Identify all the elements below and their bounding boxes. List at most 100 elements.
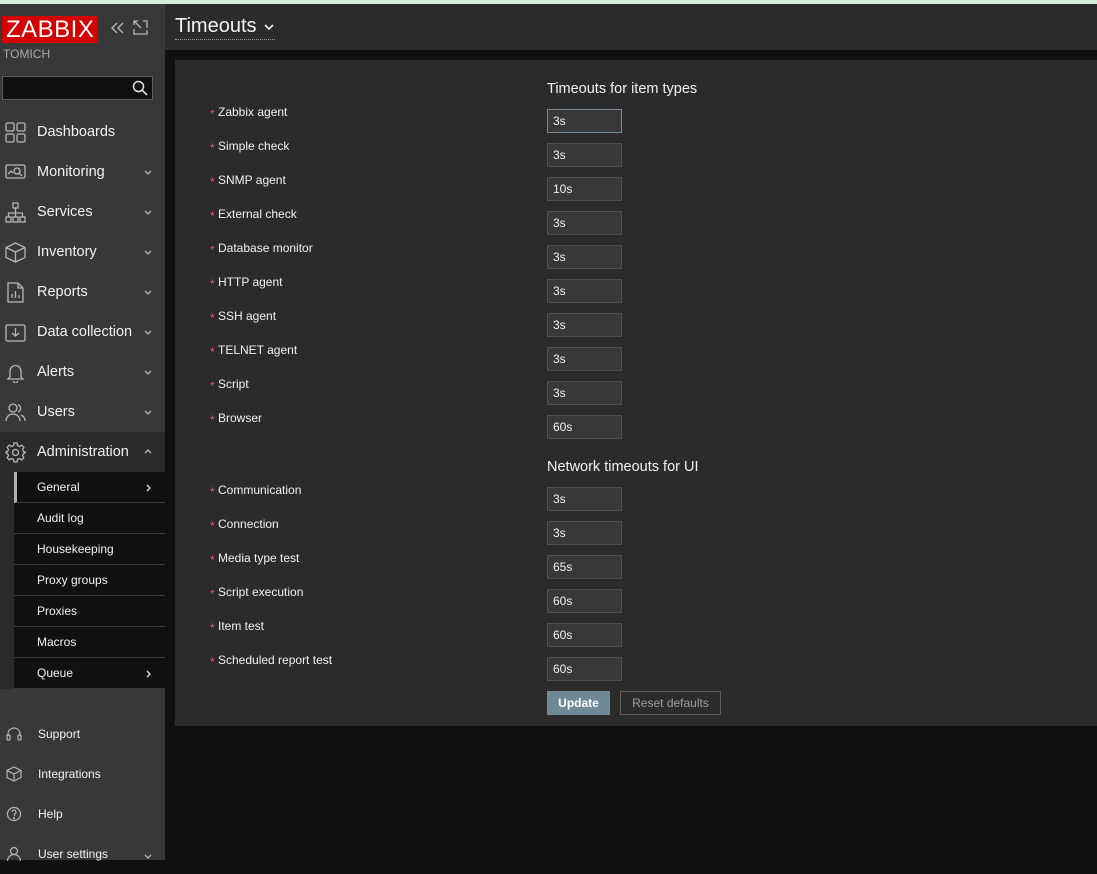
search-box[interactable] (2, 76, 153, 100)
nav-label: Services (37, 204, 93, 220)
script-execution-timeout-input[interactable] (547, 589, 622, 613)
field-label: HTTP agent (218, 275, 283, 289)
database-monitor-timeout-input[interactable] (547, 245, 622, 269)
chevron-down-icon (142, 165, 154, 177)
http-agent-timeout-input[interactable] (547, 279, 622, 303)
nav-label: Monitoring (37, 164, 105, 180)
field-label: Media type test (218, 551, 300, 565)
nav-label: Dashboards (37, 124, 116, 140)
required-marker: * (210, 107, 215, 121)
field-snmp-agent: * SNMP agent (175, 173, 1097, 201)
services-icon (5, 202, 26, 223)
integrations-icon (6, 766, 22, 782)
item-test-timeout-input[interactable] (547, 623, 622, 647)
help-icon (6, 806, 22, 822)
required-marker: * (210, 587, 215, 601)
chevron-down-icon (142, 325, 154, 337)
field-communication: * Communication (175, 483, 1097, 511)
nav-item-alerts[interactable]: Alerts (0, 352, 165, 392)
bottom-nav: Support Integrations Help User settings (0, 714, 165, 874)
field-zabbix-agent: * Zabbix agent (175, 105, 1097, 133)
chevron-down-icon (142, 405, 154, 417)
submenu-label: Audit log (37, 511, 84, 525)
nav-item-reports[interactable]: Reports (0, 272, 165, 312)
submenu-item-queue[interactable]: Queue (14, 658, 165, 689)
alerts-icon (5, 362, 26, 384)
nav-item-administration[interactable]: Administration (0, 432, 165, 472)
server-name: TOMICH (3, 47, 51, 61)
submenu-item-proxies[interactable]: Proxies (14, 596, 165, 627)
field-ssh-agent: * SSH agent (175, 309, 1097, 337)
nav-item-inventory[interactable]: Inventory (0, 232, 165, 272)
nav-label: Inventory (37, 244, 97, 260)
update-button[interactable]: Update (547, 691, 610, 715)
external-check-timeout-input[interactable] (547, 211, 622, 235)
field-label: Database monitor (218, 241, 313, 255)
nav-item-monitoring[interactable]: Monitoring (0, 152, 165, 192)
chevron-right-icon (143, 481, 155, 493)
headset-icon (6, 726, 22, 742)
page-title-dropdown[interactable]: Timeouts (175, 15, 275, 40)
telnet-agent-timeout-input[interactable] (547, 347, 622, 371)
chevron-down-icon (142, 849, 154, 861)
required-marker: * (210, 141, 215, 155)
search-icon[interactable] (132, 80, 148, 96)
required-marker: * (210, 175, 215, 189)
nav-item-integrations[interactable]: Integrations (0, 754, 165, 794)
administration-submenu: General Audit log Housekeeping Proxy gro… (0, 472, 165, 689)
nav-item-user-settings[interactable]: User settings (0, 834, 165, 874)
chevron-down-icon (142, 285, 154, 297)
simple-check-timeout-input[interactable] (547, 143, 622, 167)
submenu-item-housekeeping[interactable]: Housekeeping (14, 534, 165, 565)
kiosk-mode-icon[interactable] (133, 20, 148, 35)
bottom-nav-label: Support (38, 727, 81, 741)
chevron-down-icon (142, 365, 154, 377)
submenu-item-macros[interactable]: Macros (14, 627, 165, 658)
reset-defaults-button[interactable]: Reset defaults (620, 691, 721, 715)
zabbix-agent-timeout-input[interactable] (547, 109, 622, 133)
media-type-test-timeout-input[interactable] (547, 555, 622, 579)
bottom-nav-label: User settings (38, 847, 109, 861)
nav-label: Users (37, 404, 75, 420)
required-marker: * (210, 519, 215, 533)
field-media-type-test: * Media type test (175, 551, 1097, 579)
required-marker: * (210, 209, 215, 223)
collapse-sidebar-icon[interactable] (109, 19, 125, 37)
field-label: SNMP agent (218, 173, 286, 187)
page-title: Timeouts (175, 15, 257, 37)
nav-label: Data collection (37, 324, 133, 340)
communication-timeout-input[interactable] (547, 487, 622, 511)
script-timeout-input[interactable] (547, 381, 622, 405)
submenu-label: Proxies (37, 604, 78, 618)
snmp-agent-timeout-input[interactable] (547, 177, 622, 201)
gear-icon (5, 442, 26, 463)
field-label: Scheduled report test (218, 653, 333, 667)
nav-item-data-collection[interactable]: Data collection (0, 312, 165, 352)
scheduled-report-test-timeout-input[interactable] (547, 657, 622, 681)
ssh-agent-timeout-input[interactable] (547, 313, 622, 337)
chevron-up-icon (142, 445, 154, 457)
submenu-item-general[interactable]: General (14, 472, 165, 503)
chevron-down-icon (142, 245, 154, 257)
nav-item-users[interactable]: Users (0, 392, 165, 432)
submenu-label: General (37, 480, 80, 494)
nav-item-dashboards[interactable]: Dashboards (0, 112, 165, 152)
monitoring-icon (5, 162, 26, 183)
field-connection: * Connection (175, 517, 1097, 545)
submenu-item-audit-log[interactable]: Audit log (14, 503, 165, 534)
nav-item-help[interactable]: Help (0, 794, 165, 834)
field-telnet-agent: * TELNET agent (175, 343, 1097, 371)
nav-item-support[interactable]: Support (0, 714, 165, 754)
submenu-item-proxy-groups[interactable]: Proxy groups (14, 565, 165, 596)
reports-icon (5, 282, 26, 303)
field-simple-check: * Simple check (175, 139, 1097, 167)
search-input[interactable] (5, 79, 129, 99)
connection-timeout-input[interactable] (547, 521, 622, 545)
users-icon (5, 402, 26, 423)
zabbix-logo[interactable]: ZABBIX (2, 16, 99, 43)
submenu-label: Queue (37, 666, 74, 680)
browser-timeout-input[interactable] (547, 415, 622, 439)
nav-item-services[interactable]: Services (0, 192, 165, 232)
required-marker: * (210, 413, 215, 427)
field-label: Script execution (218, 585, 304, 599)
